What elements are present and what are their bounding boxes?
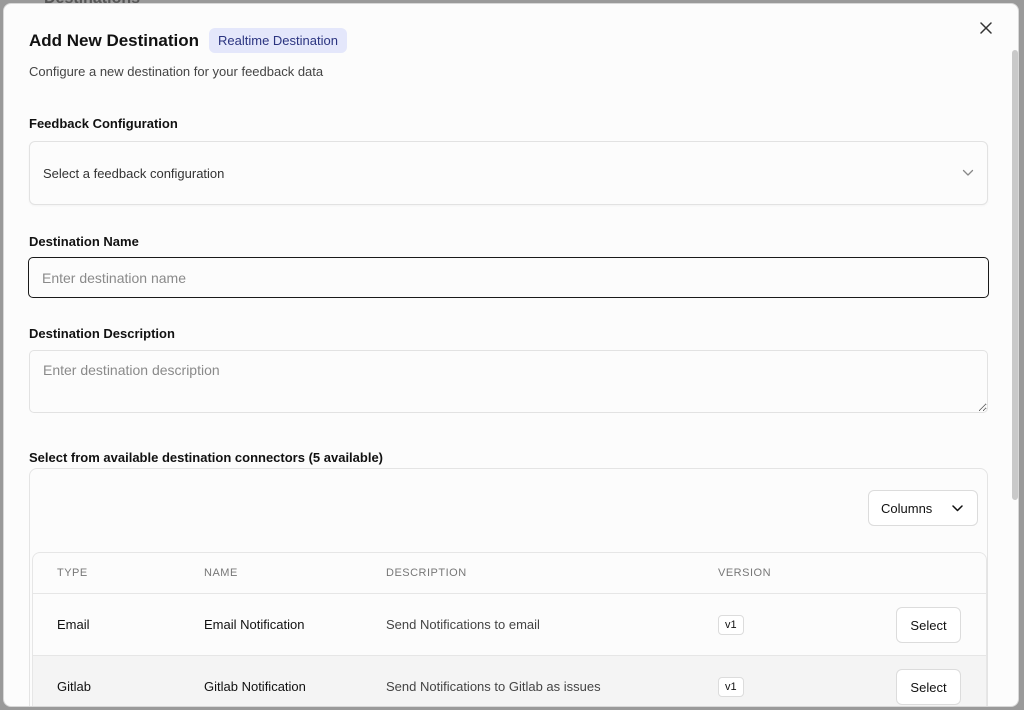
add-destination-modal: Add New Destination Realtime Destination…	[3, 3, 1019, 707]
modal-title: Add New Destination	[29, 30, 200, 50]
destination-description-textarea[interactable]	[29, 350, 988, 413]
row-type: Gitlab	[57, 679, 91, 694]
row-version: v1	[718, 656, 744, 706]
feedback-config-select[interactable]: Select a feedback configuration	[29, 141, 988, 205]
row-description: Send Notifications to email	[386, 617, 540, 632]
chevron-down-icon	[952, 504, 963, 511]
row-version: v1	[718, 594, 744, 655]
version-badge: v1	[718, 676, 744, 697]
close-button[interactable]	[976, 18, 996, 38]
connectors-table: TYPE NAME DESCRIPTION VERSION Email Emai…	[32, 552, 987, 706]
modal-header: Add New Destination Realtime Destination	[29, 28, 347, 53]
chevron-down-icon	[962, 169, 974, 176]
table-header-row: TYPE NAME DESCRIPTION VERSION	[33, 553, 986, 594]
table-row: Email Email Notification Send Notificati…	[33, 594, 986, 656]
connectors-panel: Columns TYPE NAME DESCRIPTION VERSION Em…	[29, 468, 988, 706]
version-badge: v1	[718, 614, 744, 635]
header-name: NAME	[204, 567, 238, 579]
modal-scrollbar[interactable]	[1012, 50, 1018, 500]
destination-name-input[interactable]	[28, 257, 989, 298]
row-name: Email Notification	[204, 617, 305, 632]
header-type: TYPE	[57, 567, 88, 579]
header-version: VERSION	[718, 567, 772, 579]
columns-button[interactable]: Columns	[868, 490, 978, 526]
header-description: DESCRIPTION	[386, 567, 467, 579]
modal-subtitle: Configure a new destination for your fee…	[29, 64, 324, 79]
select-gitlab-button[interactable]: Select	[896, 669, 961, 705]
row-type: Email	[57, 617, 90, 632]
close-icon	[980, 22, 992, 34]
destination-description-label: Destination Description	[29, 326, 175, 341]
realtime-badge: Realtime Destination	[209, 28, 347, 53]
select-email-button[interactable]: Select	[896, 607, 961, 643]
feedback-config-label: Feedback Configuration	[29, 116, 178, 131]
connectors-label: Select from available destination connec…	[29, 450, 384, 465]
destination-name-label: Destination Name	[29, 234, 139, 249]
row-name: Gitlab Notification	[204, 679, 306, 694]
row-description: Send Notifications to Gitlab as issues	[386, 679, 601, 694]
columns-button-label: Columns	[881, 500, 933, 516]
table-row: Gitlab Gitlab Notification Send Notifica…	[33, 656, 986, 706]
feedback-config-placeholder: Select a feedback configuration	[43, 165, 225, 181]
